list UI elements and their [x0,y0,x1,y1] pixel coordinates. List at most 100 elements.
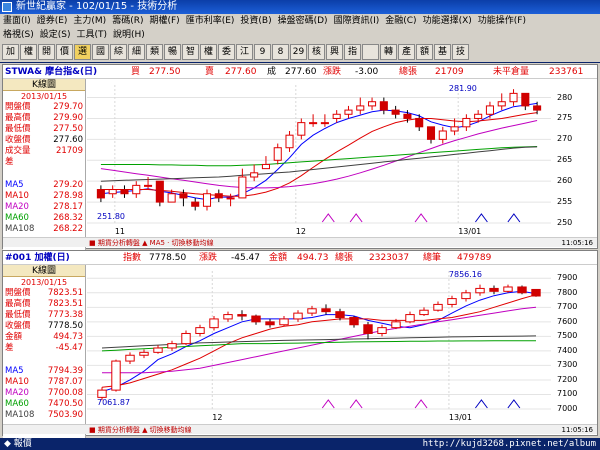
ma-label: MA5 [5,180,24,190]
menu-item-row1-4[interactable]: 期權(F) [146,16,182,26]
charts-area: STWA& 摩台指&(日) 買 277.50 賣 277.60 成 277.60… [0,63,600,450]
candle-body [344,109,353,115]
candlestick-chart[interactable]: 12 13/01 7856.16 7061.87 [87,265,551,423]
candle-body [251,315,261,323]
menu-item-row1-10[interactable]: 功能選擇(X) [420,16,475,26]
candle-body [475,287,485,294]
menu-item-row2-0[interactable]: 格視(S) [0,30,37,40]
chart-header: #001 加權(日) 指數 7778.50 漲跌 -45.47 金額 494.7… [3,251,597,265]
toolbar-button-20[interactable] [362,44,379,60]
y-tick-label: 7200 [557,374,578,384]
toolbar-button-0[interactable]: 加 [2,44,19,60]
ma-value: 268.32 [53,213,83,223]
candle-body [433,303,443,311]
toolbar-button-3[interactable]: 價 [56,44,73,60]
toolbar-button-4[interactable]: 選 [74,44,91,60]
symbol-label: STWA& 摩台指&(日) [5,67,98,77]
candle-body [533,105,542,111]
candle-body [531,288,541,297]
candle-body [153,347,163,353]
menu-item-row2-2[interactable]: 工具(T) [74,30,111,40]
toolbar-button-25[interactable]: 技 [452,44,469,60]
info-title: K線圖 [3,265,85,277]
change-value: -45.47 [231,253,261,263]
symbol-label: #001 加權(日) [5,253,70,263]
candle-body [349,316,359,326]
menu-item-row1-5[interactable]: 匯市利率(E) [183,16,238,26]
change-label: 漲跌 [199,253,218,263]
y-tick-label: 7700 [557,302,578,312]
candle-body [503,286,513,292]
toolbar-button-22[interactable]: 產 [398,44,415,60]
menu-item-row1-8[interactable]: 國際資訊(I) [331,16,383,26]
total-value: 479789 [457,253,492,263]
candle-body [391,109,400,115]
toolbar-button-12[interactable]: 委 [218,44,235,60]
ma-value: 7787.07 [47,377,83,387]
chart-panel-stwa: STWA& 摩台指&(日) 買 277.50 賣 277.60 成 277.60… [2,64,598,264]
candle-body [285,134,294,149]
menu-item-row1-1[interactable]: 證券(E) [34,16,71,26]
toolbar-button-16[interactable]: 29 [290,44,307,60]
toolbar-button-14[interactable]: 9 [254,44,271,60]
toolbar-button-15[interactable]: 8 [272,44,289,60]
menu-item-row1-7[interactable]: 操盤密碼(D) [275,16,331,26]
candle-body [415,117,424,128]
toolbar-button-10[interactable]: 智 [182,44,199,60]
menu-item-row2-3[interactable]: 說明(H) [110,30,148,40]
footer-text[interactable]: ■ 期貨分析轉盤 ▲ MA5 · 切換移動均線 [3,239,214,247]
candle [155,180,164,207]
ma-label: MA20 [5,388,29,398]
menu-item-row1-0[interactable]: 畫面(I) [0,16,34,26]
ma-row: MA20 278.17 [3,202,85,213]
toolbar-button-9[interactable]: 暢 [164,44,181,60]
menu-item-row1-3[interactable]: 籌碼(R) [109,16,146,26]
info-value: 494.73 [53,332,83,342]
toolbar-button-2[interactable]: 開 [38,44,55,60]
footer-time: 11:05:16 [561,426,593,434]
toolbar-button-7[interactable]: 細 [128,44,145,60]
deal-label: 成 [267,67,277,77]
footer-text[interactable]: ■ 期貨分析轉盤 ▲ 切換移動均線 [3,426,192,434]
status-bar: ◆ 報價 http://kujd3268.pixnet.net/album [0,438,600,450]
candle-body [167,193,176,203]
candle-body [461,292,471,300]
toolbar-button-17[interactable]: 核 [308,44,325,60]
candle [517,285,527,295]
toolbar-button-13[interactable]: 江 [236,44,253,60]
menu-item-row1-6[interactable]: 投資(B) [237,16,274,26]
candle-body [250,172,259,178]
toolbar-button-6[interactable]: 綜 [110,44,127,60]
info-title: K線圖 [3,79,85,91]
menu-item-row1-9[interactable]: 金融(C) [382,16,419,26]
info-row: 最高價 279.90 [3,113,85,124]
x-tick-label: 13/01 [458,227,481,236]
menu-item-row1-11[interactable]: 功能操作(F) [475,16,529,26]
candle [111,359,121,392]
candle-body [214,193,223,199]
toolbar-button-21[interactable]: 轉 [380,44,397,60]
toolbar-button-18[interactable]: 興 [326,44,343,60]
menu-row-1: 畫面(I) 證券(E) 主力(M) 籌碼(R) 期權(F) 匯市利率(E) 投資(B) 操盤密… [0,14,600,28]
toolbar-button-19[interactable]: 指 [344,44,361,60]
candle-body [377,327,387,334]
toolbar-button-23[interactable]: 額 [416,44,433,60]
toolbar-button-1[interactable]: 權 [20,44,37,60]
info-label: 開盤價 [5,102,31,112]
toolbar-button-5[interactable]: 國 [92,44,109,60]
info-label: 開盤價 [5,288,31,298]
ma-value: 279.20 [53,180,83,190]
menu-item-row2-1[interactable]: 設定(S) [37,30,74,40]
deal-value: 277.60 [285,67,317,77]
toolbar-button-11[interactable]: 權 [200,44,217,60]
info-label: 差 [5,157,14,167]
candlestick-chart[interactable]: 11 12 13/01 281.90 251.80 [87,79,551,237]
y-tick-label: 250 [557,218,573,227]
candle-body [320,122,329,125]
toolbar-button-24[interactable]: 基 [434,44,451,60]
candle-body [279,318,289,326]
toolbar-button-8[interactable]: 類 [146,44,163,60]
menu-item-row1-2[interactable]: 主力(M) [70,16,109,26]
ma-label: MA10 [5,191,29,201]
volume-label: 總張 [335,253,354,263]
